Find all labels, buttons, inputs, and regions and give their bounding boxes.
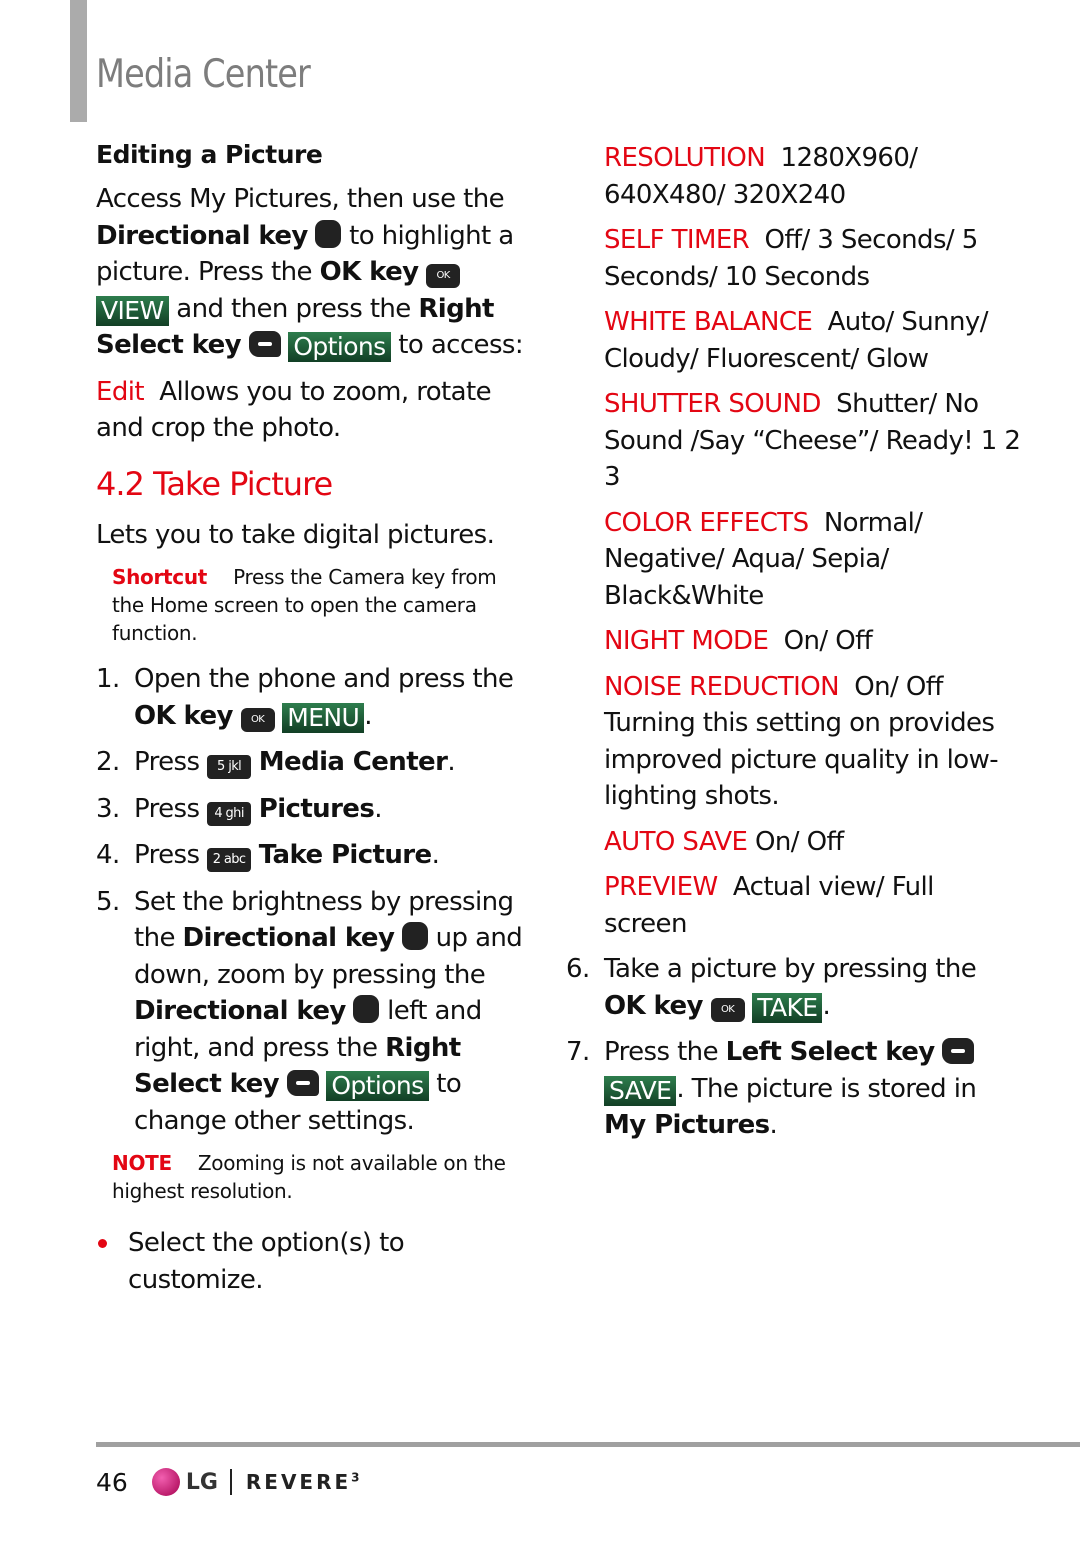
note-box: NOTE Zooming is not available on the high… [112,1151,506,1203]
step-4: 4. Press 2 abc Take Picture. [96,840,440,872]
step-1: 1. Open the phone and press the OK key O… [96,664,514,733]
option-auto-save: AUTO SAVE On/ Off [604,826,844,857]
page-number: 46 [96,1467,128,1497]
bullet-select-options: Select the option(s) to customize. [96,1225,526,1298]
options-softkey-label: Options [288,332,391,362]
key-4-icon: 4 ghi [207,801,252,826]
directional-key-icon [315,219,342,248]
bullet-icon [98,1239,107,1248]
step-2: 2. Press 5 jkl Media Center. [96,747,456,779]
left-column: Editing a Picture Access My Pictures, th… [96,140,526,1298]
step-7: 7. Press the Left Select key SAVE. The p… [566,1037,977,1140]
shortcut-note: Shortcut Press the Camera key from the Ho… [112,565,497,645]
page-footer: 46 LG REVERE3 [96,1462,363,1502]
option-preview: PREVIEW Actual view/ Full screen [604,872,934,939]
ok-key-icon: OK [710,997,745,1022]
view-softkey-label: VIEW [96,295,169,326]
section-description: Lets you to take digital pictures. [96,519,495,550]
lg-logo-icon [151,1468,180,1496]
right-select-key-icon [248,331,281,357]
edit-option: Edit Allows you to zoom, rotate and crop… [96,376,492,444]
directional-key-icon [353,995,380,1023]
editing-instructions: Access My Pictures, then use the Directi… [96,184,524,362]
option-resolution: RESOLUTION 1280X960/ 640X480/ 320X240 [604,143,918,210]
steps-list-continued: 6. Take a picture by pressing the OK key… [566,951,1024,1144]
save-softkey-label: SAVE [604,1075,677,1106]
option-night-mode: NIGHT MODE On/ Off [604,626,873,656]
option-noise-reduction: NOISE REDUCTION On/ Off Turning this set… [604,671,999,812]
key-5-icon: 5 jkl [207,755,252,779]
chapter-marker-bar [70,0,87,122]
footer-separator [229,1469,232,1495]
left-select-key-icon [942,1038,975,1064]
option-white-balance: WHITE BALANCE Auto/ Sunny/ Cloudy/ Fluor… [604,307,988,374]
brand-name: LG [185,1469,218,1495]
product-name: REVERE3 [245,1470,363,1494]
section-title: 4.2 Take Picture [96,464,333,503]
option-shutter-sound: SHUTTER SOUND Shutter/ No Sound /Say “Ch… [604,389,1021,492]
option-self-timer: SELF TIMER Off/ 3 Seconds/ 5 Seconds/ 10… [604,225,978,292]
subheading-editing: Editing a Picture [96,140,323,169]
option-color-effects: COLOR EFFECTS Normal/ Negative/ Aqua/ Se… [604,507,923,611]
ok-key-icon: OK [240,707,275,732]
right-column: RESOLUTION 1280X960/ 640X480/ 320X240 SE… [566,140,1024,1154]
right-select-key-icon [286,1070,319,1096]
steps-list: 1. Open the phone and press the OK key O… [96,661,526,1139]
step-6: 6. Take a picture by pressing the OK key… [566,954,977,1023]
page-title: Media Center [96,52,311,97]
step-5: 5. Set the brightness by pressing the Di… [96,886,523,1136]
step-3: 3. Press 4 ghi Pictures. [96,793,382,826]
options-softkey-label: Options [326,1071,429,1101]
footer-divider [96,1442,1080,1447]
menu-softkey-label: MENU [282,702,365,733]
take-softkey-label: TAKE [752,992,823,1023]
directional-key-icon [401,922,428,950]
ok-key-icon: OK [426,264,461,288]
key-2-icon: 2 abc [207,848,252,872]
